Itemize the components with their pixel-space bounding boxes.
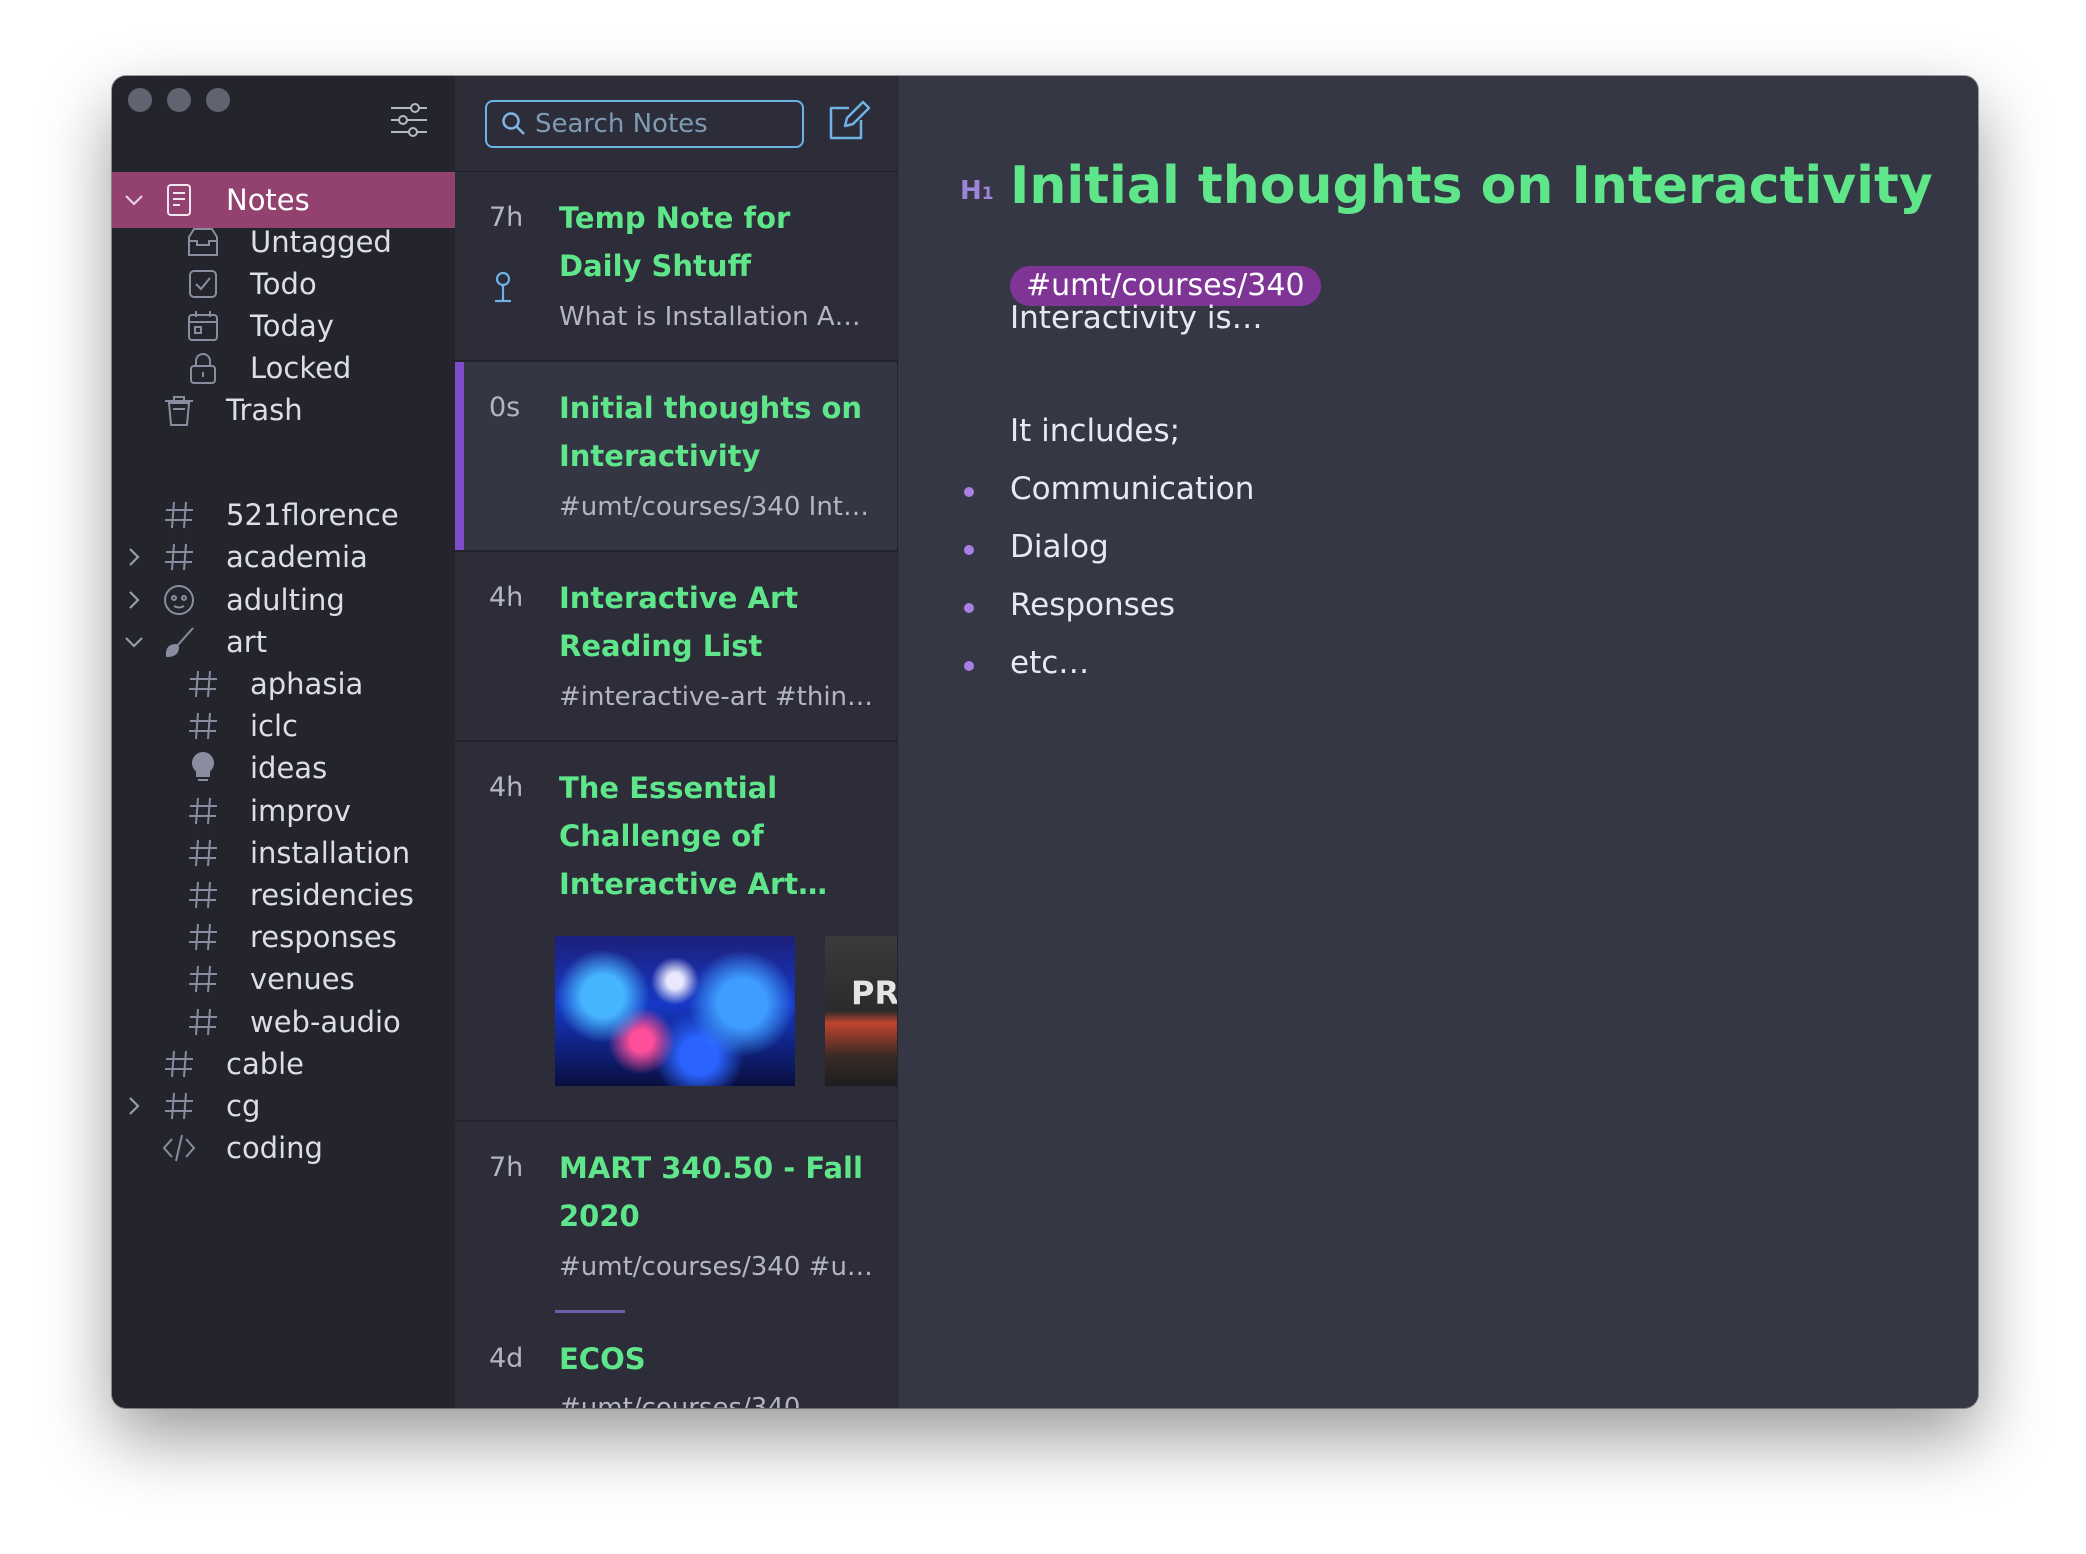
note-snippet: #interactive-art #thin… <box>559 682 874 712</box>
heading-marker-level: 1 <box>981 184 994 204</box>
sidebar: Notes Untagged Todo Today Locked Trash 521flor… <box>112 76 455 1408</box>
bullet-dot <box>964 545 974 555</box>
search-placeholder: Search Notes <box>535 109 708 139</box>
note-time: 4d <box>489 1343 524 1374</box>
sidebar-item-trash[interactable]: Trash <box>112 382 455 438</box>
note-title: Interactive Art Reading List <box>559 581 799 663</box>
search-input[interactable]: Search Notes <box>485 100 804 148</box>
sidebar-item-label: Today <box>250 309 334 343</box>
note-time: 4h <box>489 772 524 803</box>
note-list-item[interactable]: 7h MART 340.50 - Fall 2020 #umt/courses/… <box>455 1122 897 1312</box>
bullet-dot <box>964 661 974 671</box>
note-title: Temp Note for Daily Shtuff <box>559 201 791 283</box>
note-list-item[interactable]: 7h Temp Note for Daily Shtuff What is In… <box>455 172 897 362</box>
chevron-right-icon[interactable] <box>120 1092 148 1120</box>
bullet-dot <box>964 603 974 613</box>
note-list-item-selected[interactable]: 0s Initial thoughts on Interactivity #um… <box>455 362 897 552</box>
note-list-item[interactable]: 4d ECOS #umt/courses/340 … <box>455 1313 897 1408</box>
sidebar-item-label: iclc <box>250 709 299 744</box>
sidebar-item-label: improv <box>250 793 351 828</box>
note-list-item[interactable]: 4h Interactive Art Reading List #interac… <box>455 552 897 742</box>
sidebar-item-label: academia <box>226 540 368 575</box>
minimize-window-button[interactable] <box>167 88 191 112</box>
zoom-window-button[interactable] <box>206 88 230 112</box>
trash-icon <box>165 396 193 426</box>
sidebar-item-label: cable <box>226 1046 305 1081</box>
note-time: 4h <box>489 582 524 613</box>
note-list-header: Search Notes <box>455 76 897 172</box>
sidebar-item-label: Trash <box>226 393 303 427</box>
paragraph: It includes; <box>1010 413 1181 449</box>
sidebar-item-label: aphasia <box>250 667 364 701</box>
bullet-text: Dialog <box>1010 529 1109 565</box>
note-snippet: #umt/courses/340 Int… <box>559 492 869 522</box>
editor[interactable]: H1 Initial thoughts on Interactivity #um… <box>898 76 1978 1408</box>
bullet-text: etc… <box>1010 645 1090 681</box>
filter-sliders-icon[interactable] <box>389 100 429 140</box>
sidebar-item-label: ideas <box>250 751 328 786</box>
app-window: Notes Untagged Todo Today Locked Trash 521flor… <box>112 76 1978 1408</box>
chevron-right-icon[interactable] <box>120 543 148 571</box>
note-heading: Initial thoughts on Interactivity <box>1010 156 1933 216</box>
sidebar-item-label: web-audio <box>250 1004 401 1039</box>
note-title: The Essential Challenge of Interactive A… <box>559 771 828 901</box>
sidebar-item-label: venues <box>250 962 355 997</box>
sidebar-item-label: coding <box>226 1131 323 1166</box>
note-title: ECOS <box>559 1342 646 1376</box>
sidebar-item-label: cg <box>226 1089 261 1123</box>
sidebar-item-label: installation <box>250 835 411 870</box>
bullet-text: Communication <box>1010 471 1255 507</box>
close-window-button[interactable] <box>128 88 152 112</box>
paragraph: Interactivity is… <box>1010 300 1263 336</box>
pin-icon <box>495 271 511 303</box>
search-icon <box>502 112 525 135</box>
code-icon <box>162 1134 196 1162</box>
chevron-down-icon[interactable] <box>120 628 148 656</box>
bullet-item: etc… <box>964 645 1090 681</box>
sidebar-item-label: art <box>226 624 268 659</box>
note-image-thumbnail <box>555 936 795 1086</box>
sidebar-item-label: residencies <box>250 878 414 912</box>
sidebar-item-label: Untagged <box>250 225 392 259</box>
note-snippet: What is Installation A… <box>559 302 861 332</box>
note-time: 7h <box>489 202 524 233</box>
bullet-dot <box>964 487 974 497</box>
bullet-item: Dialog <box>964 529 1109 565</box>
note-title: MART 340.50 - Fall 2020 <box>559 1151 863 1233</box>
bullet-item: Responses <box>964 587 1176 623</box>
note-title: Initial thoughts on Interactivity <box>559 391 863 473</box>
thumbnail-text: PR <box>851 974 898 1012</box>
compose-icon[interactable] <box>825 98 871 144</box>
heading-marker: H1 <box>960 176 994 206</box>
heading-marker-letter: H <box>960 176 982 206</box>
chevron-down-icon[interactable] <box>120 186 148 214</box>
sidebar-item-label: responses <box>250 920 397 955</box>
note-time: 0s <box>489 392 521 423</box>
bullet-item: Communication <box>964 471 1255 507</box>
sidebar-item-label: adulting <box>226 582 345 617</box>
note-image-thumbnail: PR <box>825 936 898 1086</box>
sidebar-item-label: Notes <box>226 183 310 217</box>
note-list-item[interactable]: 4h The Essential Challenge of Interactiv… <box>455 742 897 1122</box>
sidebar-item-label: Locked <box>250 351 352 385</box>
sidebar-item-label: 521florence <box>226 498 399 533</box>
window-controls <box>128 88 230 112</box>
sidebar-item-coding[interactable]: coding <box>112 1120 455 1176</box>
note-time: 7h <box>489 1152 524 1183</box>
note-snippet: #umt/courses/340 #u… <box>559 1252 873 1282</box>
note-snippet: #umt/courses/340 … <box>559 1393 835 1408</box>
sidebar-item-label: Todo <box>250 267 317 301</box>
bullet-text: Responses <box>1010 587 1176 623</box>
chevron-right-icon[interactable] <box>120 586 148 614</box>
note-list: Search Notes 7h Temp Note for Daily Shtu… <box>455 76 898 1408</box>
